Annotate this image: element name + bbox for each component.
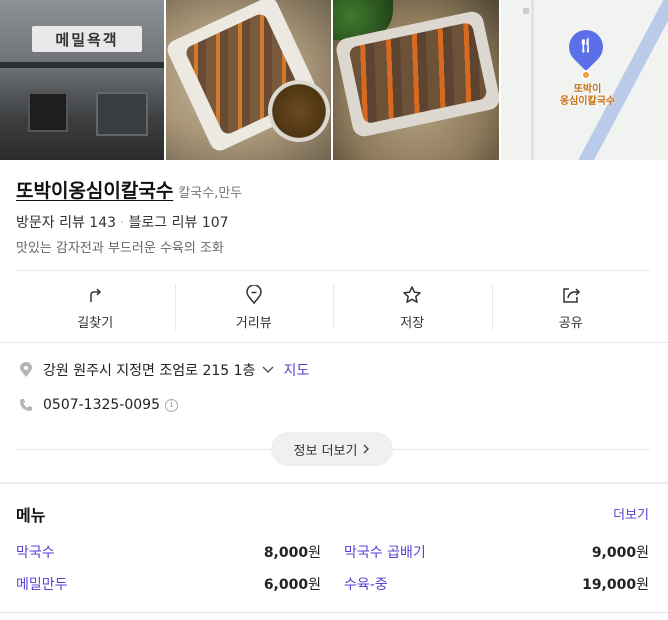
menu-item-name: 막국수	[16, 545, 55, 561]
menu-more-link[interactable]: 더보기	[613, 504, 649, 523]
blog-reviews-link[interactable]: 블로그 리뷰 107	[128, 215, 228, 231]
divider	[16, 270, 650, 271]
storefront-photo[interactable]: 메밀욕객	[0, 0, 164, 160]
phone-icon	[18, 397, 34, 413]
map-link[interactable]: 지도	[283, 360, 309, 380]
storefront-window	[28, 92, 68, 132]
review-counts: 방문자 리뷰 143 · 블로그 리뷰 107	[16, 212, 229, 232]
map-road	[530, 0, 534, 160]
share-button[interactable]: 공유	[491, 272, 651, 342]
menu-item-name: 수육-중	[344, 577, 388, 593]
dipping-sauce-bowl	[267, 80, 330, 142]
photo-strip: 메밀욕객 🍴︎ 또박이 옹심이칼국수	[0, 0, 668, 160]
storefront-door	[96, 92, 148, 136]
storefront-sign: 메밀욕객	[32, 26, 142, 52]
chevron-down-icon[interactable]	[261, 365, 275, 375]
address-row: 강원 원주시 지정면 조엄로 215 1층 지도	[18, 360, 309, 380]
save-button[interactable]: 저장	[333, 272, 492, 342]
share-icon	[561, 284, 581, 306]
menu-item[interactable]: 막국수 곱배기 9,000원	[344, 542, 649, 562]
menu-item[interactable]: 수육-중 19,000원	[344, 574, 649, 594]
more-info-label: 정보 더보기	[293, 443, 358, 459]
street-view-button[interactable]: 거리뷰	[174, 272, 334, 342]
street-view-label: 거리뷰	[235, 315, 272, 331]
divider	[0, 612, 668, 613]
visitor-reviews-link[interactable]: 방문자 리뷰 143	[16, 215, 116, 231]
directions-label: 길찾기	[77, 315, 114, 331]
menu-item-name: 막국수 곱배기	[344, 545, 426, 561]
utensils-icon: 🍴︎	[576, 38, 595, 54]
directions-button[interactable]: 길찾기	[16, 272, 175, 342]
place-header: 또박이옹심이칼국수 칼국수,만두	[16, 176, 242, 203]
map-river	[574, 0, 668, 160]
map-label-line1: 또박이	[573, 84, 602, 95]
divider	[0, 342, 668, 343]
map-pin-icon	[18, 362, 34, 378]
menu-item-price: 8,000원	[263, 545, 321, 561]
phone-number[interactable]: 0507-1325-0095	[43, 397, 160, 413]
food-photo-pancake-2[interactable]	[333, 0, 499, 160]
phone-row: 0507-1325-0095 i	[18, 397, 178, 413]
menu-title: 메뉴	[16, 506, 46, 525]
menu-item[interactable]: 막국수 8,000원	[16, 542, 321, 562]
share-label: 공유	[558, 315, 583, 331]
menu-item-price: 9,000원	[591, 545, 649, 561]
map-label-line2: 옹심이칼국수	[559, 96, 616, 107]
map-place-label: 또박이 옹심이칼국수	[553, 84, 623, 108]
chevron-right-icon	[362, 443, 370, 455]
menu-item[interactable]: 메밀만두 6,000원	[16, 574, 321, 594]
storefront-roof	[0, 62, 164, 68]
map-thumbnail[interactable]: 🍴︎ 또박이 옹심이칼국수	[500, 0, 668, 160]
info-icon[interactable]: i	[165, 398, 178, 412]
place-name[interactable]: 또박이옹심이칼국수	[16, 176, 173, 203]
address-text: 강원 원주시 지정면 조엄로 215 1층	[43, 363, 256, 379]
directions-icon	[86, 284, 104, 306]
action-bar: 길찾기 거리뷰 저장 공유	[16, 272, 650, 342]
place-description: 맛있는 감자전과 부드러운 수육의 조화	[16, 241, 224, 256]
menu-item-price: 6,000원	[263, 577, 321, 593]
review-separator: ·	[120, 215, 125, 231]
save-label: 저장	[400, 315, 425, 331]
section-gap	[0, 482, 668, 484]
location-pin-icon	[245, 284, 263, 306]
star-icon	[402, 284, 422, 306]
menu-item-price: 19,000원	[582, 577, 649, 593]
location-dot	[580, 70, 591, 80]
more-info-button[interactable]: 정보 더보기	[271, 432, 393, 466]
food-photo-pancake[interactable]	[165, 0, 331, 160]
menu-item-name: 메밀만두	[16, 577, 68, 593]
map-marker	[522, 8, 529, 14]
place-category: 칼국수,만두	[178, 186, 243, 201]
